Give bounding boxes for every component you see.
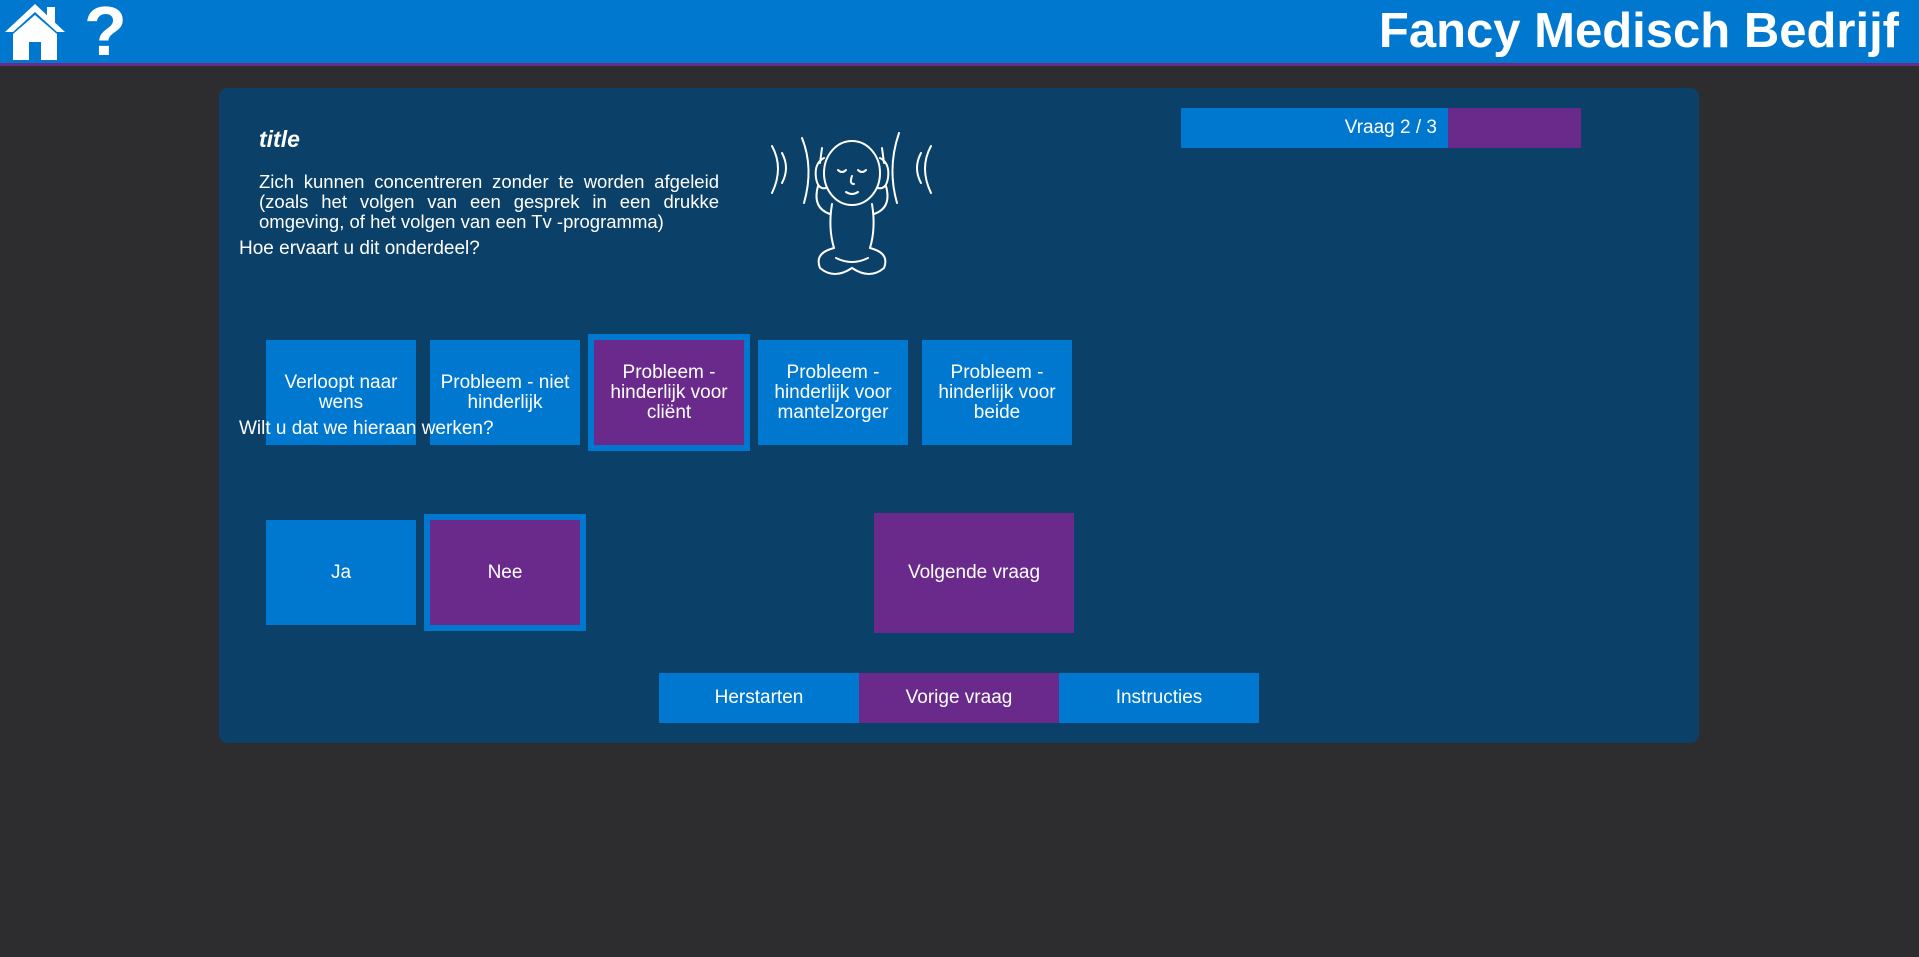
previous-question-button[interactable]: Vorige vraag [859, 673, 1059, 723]
option-probleem-hinderlijk-mantelzorger[interactable]: Probleem - hinderlijk voor mantelzorger [758, 340, 908, 445]
question-mark-icon[interactable]: ? [84, 0, 127, 66]
option-probleem-hinderlijk-client[interactable]: Probleem - hinderlijk voor cliënt [588, 334, 750, 451]
instructions-button[interactable]: Instructies [1059, 673, 1259, 723]
progress-label: Vraag 2 / 3 [1344, 117, 1437, 138]
work-on-question-label: Wilt u dat we hieraan werken? [239, 418, 494, 439]
top-bar: ? Fancy Medisch Bedrijf [0, 0, 1919, 66]
home-icon[interactable] [3, 2, 67, 62]
person-covering-ears-illustration [771, 132, 932, 275]
option-probleem-hinderlijk-beide[interactable]: Probleem - hinderlijk voor beide [922, 340, 1072, 445]
yes-button[interactable]: Ja [266, 520, 416, 625]
question-description: Zich kunnen concentreren zonder te worde… [259, 171, 719, 232]
brand-title: Fancy Medisch Bedrijf [1378, 4, 1899, 58]
question-card: Vraag 2 / 3 title Zich kunnen concentrer… [219, 88, 1699, 743]
restart-button[interactable]: Herstarten [659, 673, 859, 723]
experience-question-label: Hoe ervaart u dit onderdeel? [239, 238, 480, 259]
question-title: title [259, 126, 300, 152]
progress-fill: Vraag 2 / 3 [1181, 108, 1448, 148]
next-question-button[interactable]: Volgende vraag [874, 513, 1074, 633]
no-button[interactable]: Nee [424, 514, 586, 631]
progress-bar: Vraag 2 / 3 [1181, 108, 1581, 148]
